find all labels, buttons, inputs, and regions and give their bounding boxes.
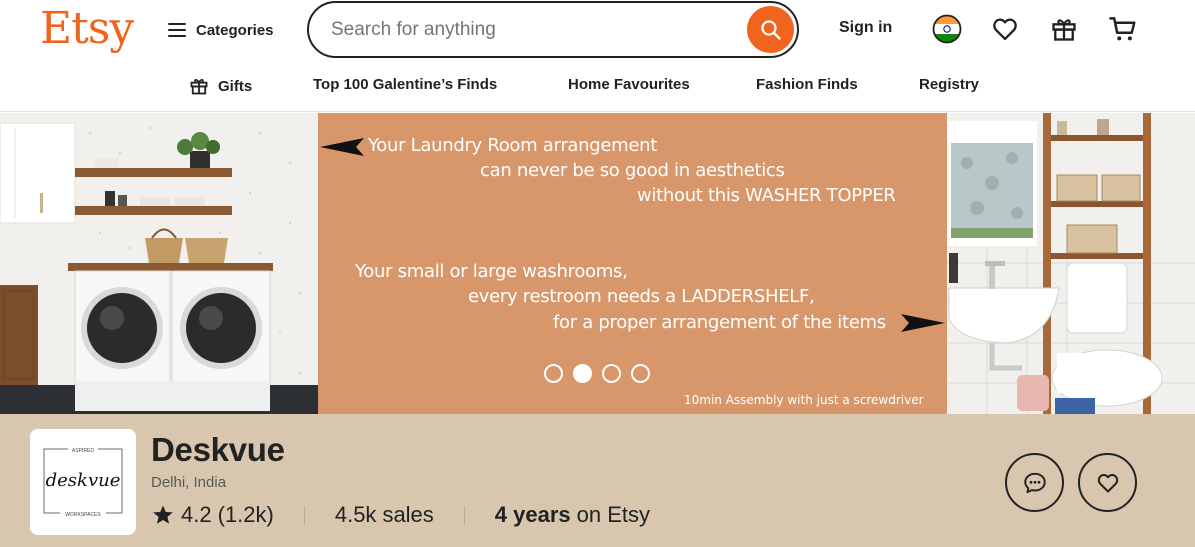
sign-in-link[interactable]: Sign in — [839, 19, 892, 37]
sales-label: sales — [382, 502, 434, 527]
nav-home-favourites[interactable]: Home Favourites — [568, 76, 690, 93]
shop-rating[interactable]: 4.2 (1.2k) — [151, 502, 274, 528]
shop-logo-main-text: deskvue — [46, 470, 121, 491]
bathroom-photo — [947, 113, 1195, 414]
nav-gifts[interactable]: Gifts — [189, 76, 252, 96]
divider — [463, 506, 465, 524]
rating-value: 4.2 — [181, 502, 212, 527]
banner-line: can never be so good in aesthetics — [480, 160, 785, 181]
message-shop-button[interactable] — [1005, 453, 1064, 512]
categories-label: Categories — [196, 21, 274, 39]
arrow-left-icon — [320, 138, 364, 156]
shop-banner: Your Laundry Room arrangement can never … — [0, 113, 1195, 414]
nav-fashion-finds[interactable]: Fashion Finds — [756, 76, 858, 93]
shop-info-bar: ASPIRED deskvue WORKSPACES Deskvue Delhi… — [0, 414, 1195, 547]
shop-logo[interactable]: ASPIRED deskvue WORKSPACES — [30, 429, 136, 535]
banner-line: Your Laundry Room arrangement — [368, 135, 658, 156]
shop-name: Deskvue — [151, 431, 285, 468]
gift-icon — [190, 79, 208, 95]
nav-gifts-label: Gifts — [218, 77, 253, 95]
site-header: Etsy Categories Sign in — [0, 0, 1195, 112]
region-selector[interactable] — [932, 14, 962, 44]
search-icon — [760, 19, 781, 40]
favorite-shop-button[interactable] — [1078, 453, 1137, 512]
divider — [303, 506, 305, 524]
search-button[interactable] — [747, 6, 794, 53]
laundry-room-photo — [0, 113, 318, 414]
secondary-nav: Gifts Top 100 Galentine’s Finds Home Fav… — [0, 72, 1195, 100]
sales-value: 4.5k — [334, 502, 377, 527]
india-flag-icon — [932, 14, 962, 44]
star-icon — [153, 505, 173, 524]
gift-icon — [1052, 19, 1076, 41]
search-input[interactable] — [331, 3, 731, 56]
banner-line: without this WASHER TOPPER — [637, 185, 896, 206]
favorites-button[interactable] — [990, 14, 1020, 44]
gift-button[interactable] — [1049, 14, 1079, 44]
favorite-shop-icon — [1097, 473, 1118, 492]
banner-line: for a proper arrangement of the items — [553, 312, 886, 333]
shop-tenure: 4 years on Etsy — [495, 502, 650, 528]
heart-icon — [993, 18, 1017, 41]
shop-logo-top-text: ASPIRED — [72, 448, 94, 454]
review-count: (1.2k) — [217, 502, 274, 527]
years-label: on Etsy — [576, 502, 651, 527]
search-bar — [307, 1, 799, 58]
etsy-logo[interactable]: Etsy — [40, 1, 134, 57]
message-icon — [1023, 472, 1046, 493]
carousel-dot[interactable] — [544, 364, 563, 383]
carousel-dots — [544, 364, 650, 383]
nav-registry[interactable]: Registry — [919, 76, 979, 93]
carousel-dot-active[interactable] — [573, 364, 592, 383]
years-value: 4 years — [494, 502, 571, 527]
carousel-dot[interactable] — [602, 364, 621, 383]
arrow-right-icon — [901, 314, 945, 332]
menu-icon — [168, 23, 186, 37]
nav-galentines[interactable]: Top 100 Galentine’s Finds — [313, 76, 497, 93]
banner-line: every restroom needs a LADDERSHELF, — [468, 286, 815, 307]
shop-location: Delhi, India — [151, 474, 227, 491]
cart-button[interactable] — [1108, 14, 1138, 44]
shop-logo-bottom-text: WORKSPACES — [65, 512, 101, 518]
shop-sales: 4.5k sales — [335, 502, 434, 528]
banner-caption: 10min Assembly with just a screwdriver — [684, 393, 924, 407]
categories-button[interactable]: Categories — [168, 16, 274, 44]
shop-stats: 4.2 (1.2k) 4.5k sales 4 years on Etsy — [151, 502, 650, 528]
banner-line: Your small or large washrooms, — [355, 261, 628, 282]
carousel-dot[interactable] — [631, 364, 650, 383]
cart-icon — [1109, 17, 1136, 41]
